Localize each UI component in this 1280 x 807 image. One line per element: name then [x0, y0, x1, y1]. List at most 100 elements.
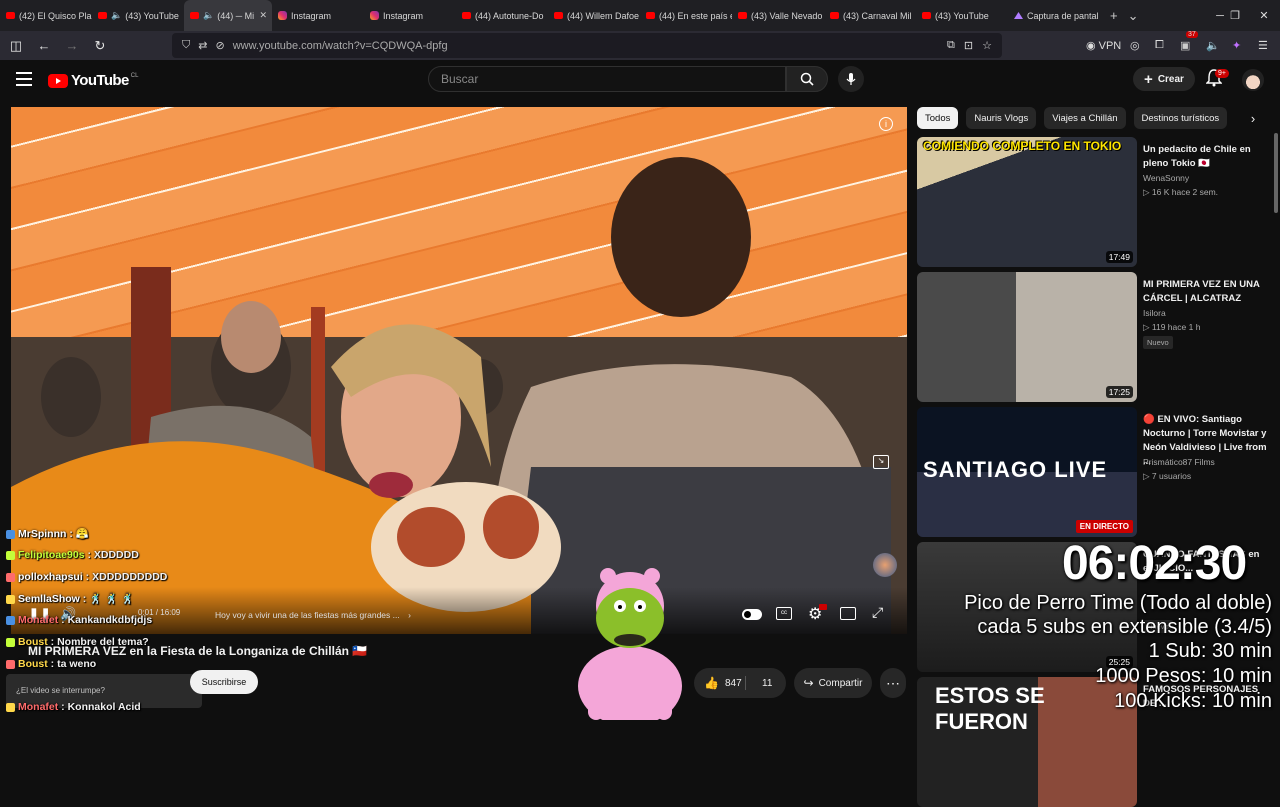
- video-thumbnail[interactable]: SANTIAGO LIVE EN DIRECTO: [917, 407, 1137, 537]
- instagram-icon: [278, 11, 287, 20]
- extensions-icon[interactable]: ⧠: [1155, 33, 1164, 58]
- speaker-icon[interactable]: 🔈: [203, 10, 214, 21]
- channel-name[interactable]: WenaSonny: [1143, 173, 1189, 183]
- chat-username: Boust: [18, 636, 48, 648]
- tab-title: Captura de pantal: [1027, 10, 1099, 21]
- browser-tab[interactable]: (43) Carnaval Mil: [824, 0, 916, 31]
- chat-username: Boust: [18, 658, 48, 670]
- close-tab-icon[interactable]: ✕: [259, 10, 267, 21]
- tab-title: Instagram: [291, 10, 332, 21]
- recommendation-title[interactable]: MI PRIMERA VEZ EN UNA CÁRCEL | ALCATRAZ: [1143, 278, 1269, 306]
- user-avatar[interactable]: [1242, 69, 1264, 91]
- chat-separator: :: [47, 636, 58, 648]
- chat-separator: :: [58, 614, 68, 626]
- browser-tab[interactable]: (42) El Quisco Pla: [0, 0, 92, 31]
- miniplayer-icon[interactable]: ↘: [873, 455, 889, 469]
- extension-badge-icon[interactable]: ▣ 37: [1180, 31, 1198, 58]
- youtube-icon: [738, 12, 747, 19]
- browser-tab[interactable]: Instagram: [272, 0, 364, 31]
- extension-purple-icon[interactable]: ✦: [1232, 33, 1241, 58]
- chapter-title[interactable]: Hoy voy a vivir una de las fiestas más g…: [215, 610, 411, 620]
- filter-chip[interactable]: Viajes a Chillán: [1044, 107, 1126, 129]
- channel-name[interactable]: Isilora: [1143, 308, 1166, 318]
- search-button[interactable]: [786, 66, 828, 92]
- audio-icon[interactable]: 🔈: [1206, 33, 1220, 58]
- subtitles-icon[interactable]: cc: [776, 607, 792, 620]
- filter-chip[interactable]: Nauris Vlogs: [966, 107, 1037, 129]
- chat-badge-icon: [6, 529, 15, 539]
- screenshot-icon[interactable]: ⊡: [964, 39, 973, 52]
- browser-tab[interactable]: 🔈 (44) ─ Mi ✕: [184, 0, 272, 31]
- dislike-button[interactable]: 11: [746, 678, 772, 689]
- chat-message: Felipitoae90s : XDDDDD: [6, 549, 139, 561]
- sidebar-scrollbar[interactable]: [1274, 133, 1278, 213]
- youtube-logo[interactable]: YouTube CL: [48, 72, 138, 89]
- autoplay-toggle[interactable]: [742, 609, 762, 620]
- address-bar[interactable]: ⛉ ⇄ ⊘ www.youtube.com/watch?v=CQDWQA-dpf…: [172, 33, 1002, 58]
- channel-name[interactable]: Prismático87 Films: [1143, 457, 1215, 467]
- more-actions-icon[interactable]: ⋯: [880, 668, 906, 698]
- youtube-icon: [190, 12, 199, 19]
- info-icon[interactable]: i: [879, 117, 893, 131]
- video-player[interactable]: i ↘: [11, 107, 907, 634]
- bookmark-icon[interactable]: ☆: [982, 39, 992, 52]
- app-menu-icon[interactable]: ☰: [1258, 33, 1268, 58]
- chat-separator: :: [58, 701, 68, 713]
- close-window-icon[interactable]: ✕: [1244, 0, 1280, 31]
- video-thumbnail[interactable]: ESTOS SE FUERON: [917, 677, 1137, 807]
- share-icon: ↪: [803, 676, 814, 690]
- forward-icon[interactable]: →: [60, 34, 84, 58]
- recommendation-title[interactable]: Un pedacito de Chile en pleno Tokio 🇯🇵: [1143, 143, 1269, 171]
- tab-title: (44) En este país e: [659, 10, 732, 21]
- new-tab-icon[interactable]: +: [1110, 8, 1118, 23]
- chat-separator: :: [66, 528, 76, 540]
- account-icon[interactable]: ◎: [1130, 33, 1140, 58]
- speaker-icon[interactable]: 🔈: [111, 10, 122, 21]
- create-button[interactable]: + Crear: [1133, 67, 1195, 91]
- reload-icon[interactable]: ↻: [88, 34, 112, 58]
- chat-text: Nombre del tema?: [57, 636, 149, 648]
- browser-tab[interactable]: (44) Willem Dafoe: [548, 0, 640, 31]
- browser-tab[interactable]: (43) YouTube: [916, 0, 1008, 31]
- chat-text: 😤: [75, 528, 89, 540]
- youtube-header: YouTube CL Buscar + Crear 9+: [0, 60, 1280, 100]
- timer-rule-line: 1000 Pesos: 10 min: [1095, 665, 1272, 687]
- filter-chip[interactable]: Todos: [917, 107, 959, 129]
- video-meta: ▷ 119 hace 1 h: [1143, 322, 1201, 332]
- voice-search-button[interactable]: [838, 66, 864, 92]
- browser-tab[interactable]: (43) Valle Nevado: [732, 0, 824, 31]
- browser-tab[interactable]: 🔈 (43) YouTube: [92, 0, 184, 31]
- search-input[interactable]: Buscar: [428, 66, 786, 92]
- chat-text: XDDDDDDDDD: [92, 571, 168, 583]
- timer-rule-line: 1 Sub: 30 min: [1148, 640, 1272, 662]
- recommendation-item[interactable]: 17:25 MI PRIMERA VEZ EN UNA CÁRCEL | ALCA…: [917, 272, 1272, 402]
- chevron-right-icon[interactable]: ›: [1242, 107, 1264, 129]
- browser-tab[interactable]: (44) En este país e: [640, 0, 732, 31]
- hamburger-menu-icon[interactable]: [16, 72, 32, 86]
- share-button[interactable]: ↪ Compartir: [794, 668, 872, 698]
- fullscreen-icon[interactable]: ⤢: [872, 604, 883, 621]
- browser-tab[interactable]: (44) Autotune-Do: [456, 0, 548, 31]
- back-icon[interactable]: ←: [32, 34, 56, 58]
- tab-list-icon[interactable]: ⌄: [1128, 8, 1139, 24]
- live-badge: EN DIRECTO: [1075, 520, 1133, 533]
- chat-badge-icon: [6, 637, 15, 647]
- recommendation-item[interactable]: COMIENDO COMPLETO EN TOKIO 17:49 Un pedaci…: [917, 137, 1272, 267]
- recommendation-item[interactable]: SANTIAGO LIVE EN DIRECTO 🔴 EN VIVO: Santia…: [917, 407, 1272, 537]
- video-thumbnail[interactable]: 17:25: [917, 272, 1137, 402]
- tab-title: (44) Autotune-Do: [475, 10, 544, 21]
- browser-tab[interactable]: Instagram: [364, 0, 456, 31]
- channel-watermark[interactable]: [873, 553, 897, 577]
- chat-username: SemllaShow: [18, 593, 80, 605]
- screenshot-icon: [1014, 12, 1023, 19]
- video-thumbnail[interactable]: COMIENDO COMPLETO EN TOKIO 17:49: [917, 137, 1137, 267]
- theater-mode-icon[interactable]: [840, 607, 856, 620]
- tracking-icon: ⊘: [215, 40, 225, 52]
- pip-icon[interactable]: ⧉: [947, 39, 955, 52]
- like-button[interactable]: 👍 847: [694, 676, 746, 690]
- vpn-button[interactable]: ◉ VPN: [1086, 33, 1121, 58]
- subscribe-button[interactable]: Suscribirse: [190, 670, 258, 694]
- browser-tab[interactable]: Captura de pantal: [1008, 0, 1100, 31]
- sidebar-toggle-icon[interactable]: ◫: [4, 34, 28, 58]
- filter-chip[interactable]: Destinos turísticos: [1133, 107, 1228, 129]
